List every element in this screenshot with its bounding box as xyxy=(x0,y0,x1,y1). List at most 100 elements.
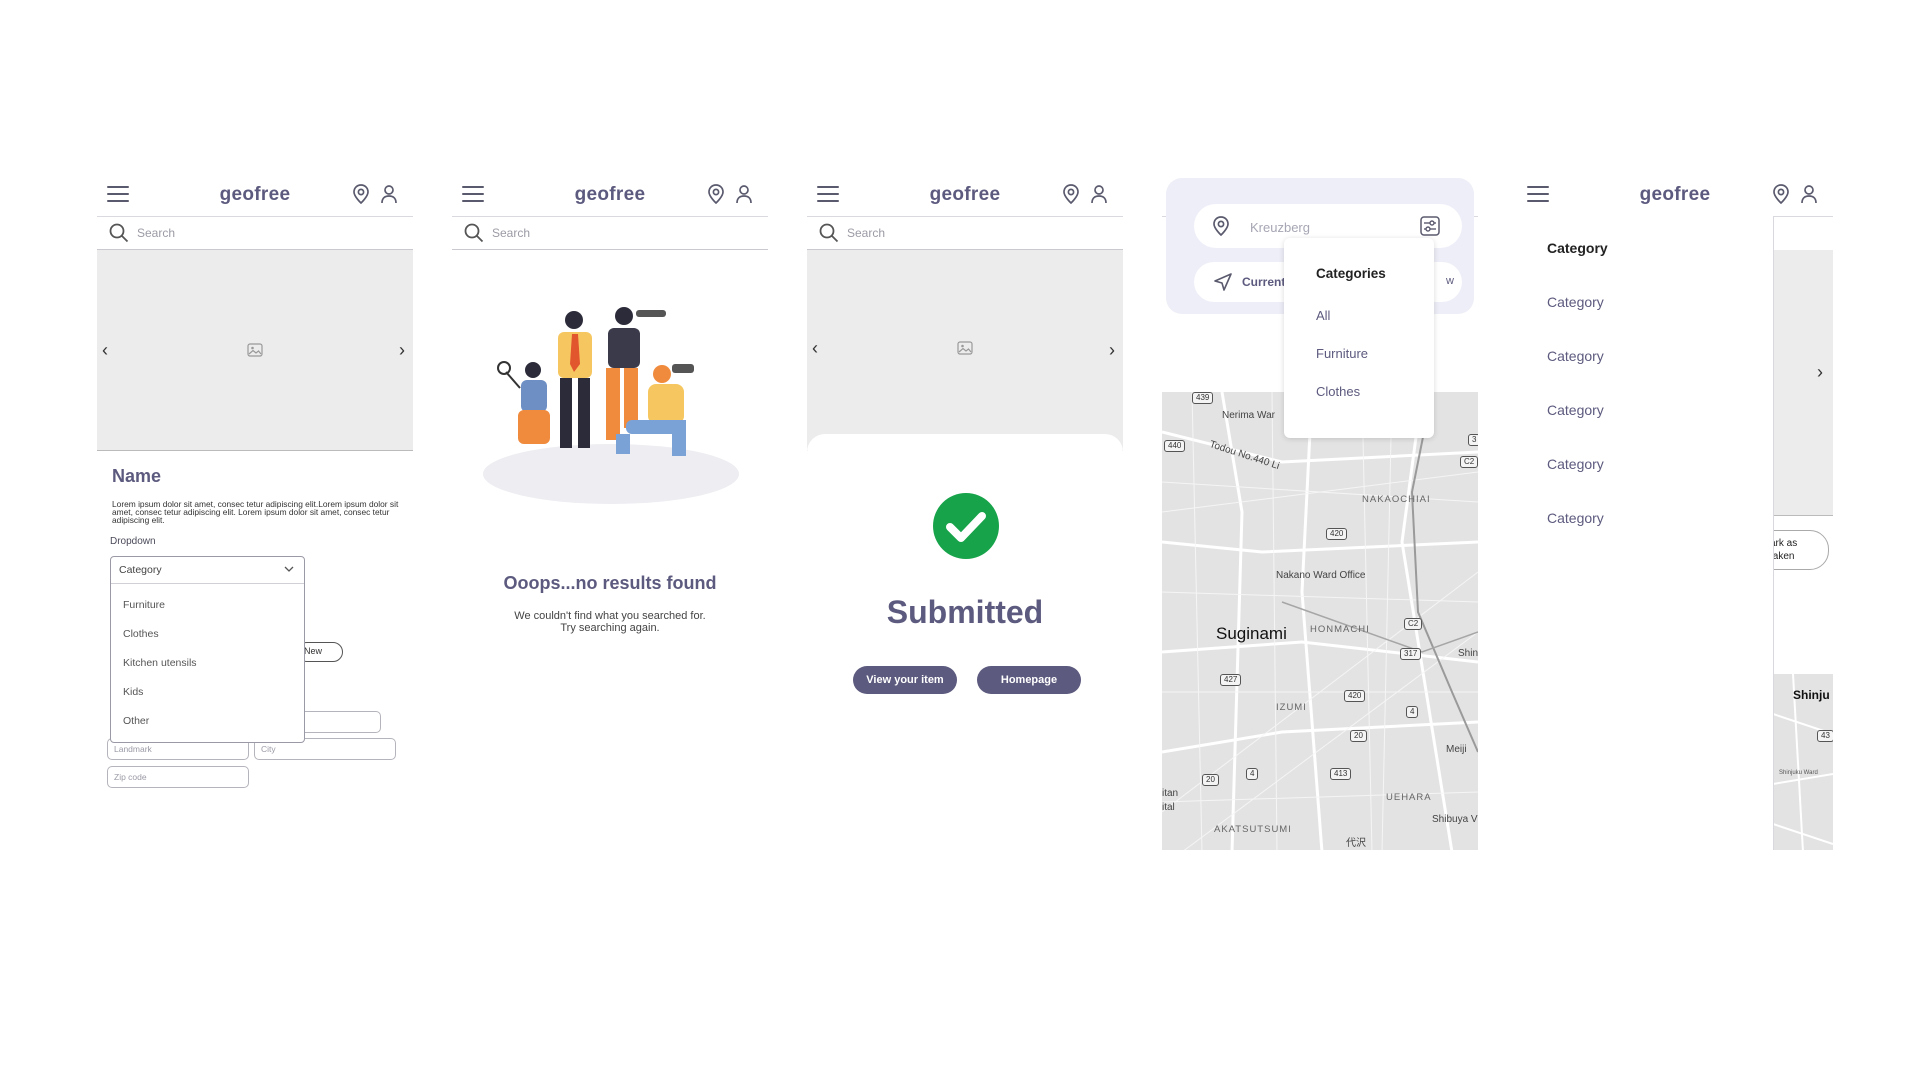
road-shield: 420 xyxy=(1344,690,1366,702)
search-input[interactable]: Search xyxy=(137,226,175,240)
user-icon[interactable] xyxy=(1800,184,1818,204)
map-preview[interactable]: Shinju 43 Shinjuku Ward xyxy=(1773,674,1833,850)
road-shield: C2 xyxy=(1404,618,1423,630)
top-bar: geofree xyxy=(452,174,768,216)
map-label: NAKAOCHIAI xyxy=(1362,494,1431,505)
map-label: HONMACHI xyxy=(1310,624,1370,635)
screen-side-menu: geofree › ark as taken Shinju 43 Shinjuku… xyxy=(1517,174,1833,850)
no-results-line-1: We couldn't find what you searched for. xyxy=(514,610,706,622)
dropdown-option[interactable]: Kitchen utensils xyxy=(123,657,197,669)
map-label: ital xyxy=(1162,802,1175,813)
image-icon xyxy=(957,341,973,355)
search-bar[interactable]: Search xyxy=(452,216,768,250)
search-icon xyxy=(109,223,129,243)
map-label: Shinjuku Ward xyxy=(1779,770,1818,776)
road-shield: 420 xyxy=(1326,528,1348,540)
category-option-all[interactable]: All xyxy=(1316,308,1330,323)
category-option-clothes[interactable]: Clothes xyxy=(1316,384,1360,399)
user-icon[interactable] xyxy=(1090,184,1108,204)
filter-icon[interactable] xyxy=(1420,216,1440,236)
categories-title: Categories xyxy=(1316,266,1386,281)
map-pin-icon[interactable] xyxy=(1772,184,1790,204)
road-shield: 317 xyxy=(1400,648,1422,660)
search-icon xyxy=(819,223,839,243)
background-image-area: › xyxy=(1773,250,1833,516)
screen-map: geofree Nerima War Todou No.44 xyxy=(1162,174,1478,850)
mark-as-taken-label: ark as taken xyxy=(1770,537,1797,563)
landmark-placeholder: Landmark xyxy=(114,744,152,754)
map-label: AKATSUTSUMI xyxy=(1214,824,1292,835)
no-results-message: We couldn't find what you searched for. … xyxy=(452,610,768,634)
side-menu-item[interactable]: Category xyxy=(1547,348,1604,364)
no-results-title: Ooops...no results found xyxy=(503,573,717,593)
map-label: Shibuya V xyxy=(1432,814,1478,825)
road-shield: C2 xyxy=(1460,456,1478,468)
view-your-item-button[interactable]: View your item xyxy=(853,666,957,694)
location-input-value: Kreuzberg xyxy=(1250,220,1310,235)
chevron-right-icon[interactable]: › xyxy=(1109,340,1115,361)
side-menu-item[interactable]: Category xyxy=(1547,294,1604,310)
map-pin-icon[interactable] xyxy=(707,184,725,204)
map-label: Suginami xyxy=(1216,624,1287,643)
category-dropdown[interactable]: Category Furniture Clothes Kitchen utens… xyxy=(110,556,305,743)
mark-as-taken-line-1: ark as xyxy=(1770,538,1798,549)
map-label: UEHARA xyxy=(1386,792,1432,803)
map-label: Shin xyxy=(1458,648,1478,659)
search-icon xyxy=(464,223,484,243)
chevron-left-icon[interactable]: ‹ xyxy=(102,340,108,361)
dropdown-option[interactable]: Clothes xyxy=(123,628,159,640)
map-pin-icon[interactable] xyxy=(352,184,370,204)
road-shield: 4 xyxy=(1406,706,1419,718)
map-view[interactable]: Nerima War Todou No.440 Li NAKAOCHIAI Na… xyxy=(1162,392,1478,850)
dropdown-option[interactable]: Other xyxy=(123,715,149,727)
item-description: Lorem ipsum dolor sit amet, consec tetur… xyxy=(112,499,399,525)
dropdown-option[interactable]: Kids xyxy=(123,686,143,698)
chevron-right-icon[interactable]: › xyxy=(399,340,405,361)
zip-code-field[interactable]: Zip code xyxy=(107,766,249,788)
side-menu-item[interactable]: Category xyxy=(1547,240,1608,256)
homepage-button[interactable]: Homepage xyxy=(977,666,1081,694)
new-pill-label: New xyxy=(304,646,323,656)
road-shield: 3 xyxy=(1468,434,1478,446)
map-label: Shinju xyxy=(1793,688,1830,702)
top-bar: geofree xyxy=(97,174,413,216)
city-placeholder: City xyxy=(261,744,276,754)
user-icon[interactable] xyxy=(735,184,753,204)
dropdown-header[interactable]: Category xyxy=(111,557,304,584)
side-menu-item[interactable]: Category xyxy=(1547,510,1604,526)
hidden-button-fragment: w xyxy=(1446,275,1454,287)
map-pin-icon xyxy=(1213,216,1229,236)
dropdown-option[interactable]: Furniture xyxy=(123,599,165,611)
map-label: 代沢 xyxy=(1346,838,1366,849)
chevron-left-icon[interactable]: ‹ xyxy=(812,338,818,359)
chevron-right-icon[interactable]: › xyxy=(1817,362,1823,383)
search-bar[interactable]: Search xyxy=(807,216,1123,250)
search-input[interactable]: Search xyxy=(492,226,530,240)
map-label: Meiji xyxy=(1446,744,1467,755)
categories-popover: Categories All Furniture Clothes xyxy=(1284,238,1434,438)
category-option-furniture[interactable]: Furniture xyxy=(1316,346,1368,361)
side-menu-item[interactable]: Category xyxy=(1547,456,1604,472)
map-label: itan xyxy=(1162,788,1179,799)
user-icon[interactable] xyxy=(380,184,398,204)
road-shield: 43 xyxy=(1817,730,1833,742)
screen-submitted: geofree Search ‹ › Submitted View your i… xyxy=(807,174,1123,850)
road-shield: 413 xyxy=(1330,768,1352,780)
road-shield: 20 xyxy=(1350,730,1367,742)
check-circle-icon xyxy=(933,493,999,559)
navigation-arrow-icon xyxy=(1214,273,1232,291)
side-menu-item[interactable]: Category xyxy=(1547,402,1604,418)
search-input[interactable]: Search xyxy=(847,226,885,240)
item-name-title: Name xyxy=(112,466,162,486)
dropdown-label: Dropdown xyxy=(110,536,156,547)
dropdown-selected-value: Category xyxy=(119,564,162,576)
submitted-title: Submitted xyxy=(886,594,1044,630)
search-bar[interactable]: Search xyxy=(97,216,413,250)
map-label: Nakano Ward Office xyxy=(1276,570,1366,581)
image-icon xyxy=(247,343,263,357)
top-bar: geofree xyxy=(1517,174,1833,216)
side-menu: Category Category Category Category Cate… xyxy=(1517,216,1774,850)
map-pin-icon[interactable] xyxy=(1062,184,1080,204)
zip-code-placeholder: Zip code xyxy=(114,772,147,782)
map-label: Nerima War xyxy=(1222,410,1275,421)
